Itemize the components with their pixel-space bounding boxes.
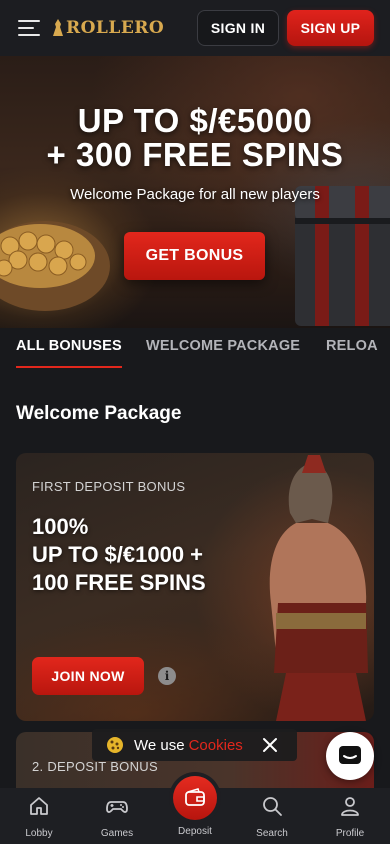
hero-subtitle: Welcome Package for all new players [70, 186, 320, 203]
hero-title: UP TO $/€5000 + 300 FREE SPINS [0, 104, 390, 172]
tab-welcome-package[interactable]: WELCOME PACKAGE [146, 338, 300, 354]
chat-icon [339, 746, 361, 764]
gold-coins-image [0, 221, 110, 311]
sign-in-button[interactable]: SIGN IN [197, 10, 279, 46]
card-title-line1: 100% [32, 514, 89, 539]
active-tab-indicator [16, 366, 122, 368]
hero-banner: UP TO $/€5000 + 300 FREE SPINS Welcome P… [0, 56, 390, 328]
nav-search[interactable]: Search [237, 794, 307, 839]
logo-text: ROLLERO [66, 18, 165, 38]
cookies-link[interactable]: Cookies [189, 737, 243, 754]
bonus-tabs: ALL BONUSES WELCOME PACKAGE RELOA [0, 328, 390, 370]
join-now-button[interactable]: JOIN NOW [32, 657, 144, 695]
hero-title-line1: UP TO $/€5000 [77, 102, 313, 139]
card-title-line2: UP TO $/€1000 + [32, 542, 204, 567]
nav-label: Games [100, 828, 134, 839]
home-icon [30, 797, 48, 815]
tab-reload[interactable]: RELOA [326, 338, 378, 354]
info-icon[interactable]: i [158, 667, 176, 685]
menu-icon[interactable] [18, 20, 40, 36]
cookie-text: We use [134, 736, 185, 754]
card-label: 2. DEPOSIT BONUS [32, 759, 158, 774]
wallet-icon [185, 788, 205, 806]
get-bonus-button[interactable]: GET BONUS [124, 232, 265, 280]
logo-gladiator-icon [53, 19, 63, 36]
gladiator-image [269, 455, 368, 721]
nav-label: Search [256, 828, 288, 839]
nav-lobby[interactable]: Lobby [4, 794, 74, 839]
user-icon [341, 797, 359, 816]
site-logo[interactable]: ROLLERO [52, 18, 164, 38]
cookie-banner: We use Cookies [92, 729, 297, 761]
nav-deposit[interactable] [173, 776, 217, 820]
nav-label: Profile [335, 828, 365, 839]
gamepad-icon [106, 801, 128, 813]
close-icon[interactable] [262, 737, 278, 753]
card-title-line3: 100 FREE SPINS [32, 570, 206, 595]
nav-profile[interactable]: Profile [315, 794, 385, 839]
nav-label: Lobby [25, 828, 53, 839]
card-title: 100% UP TO $/€1000 + 100 FREE SPINS [32, 513, 206, 597]
sign-up-button[interactable]: SIGN UP [287, 10, 374, 46]
hero-title-line2: + 300 FREE SPINS [46, 136, 344, 173]
nav-deposit-label: Deposit [178, 826, 212, 837]
nav-games[interactable]: Games [82, 794, 152, 839]
live-chat-button[interactable] [326, 732, 374, 780]
search-icon [263, 797, 282, 816]
card-label: FIRST DEPOSIT BONUS [32, 479, 186, 494]
section-title: Welcome Package [16, 403, 182, 424]
tab-all-bonuses[interactable]: ALL BONUSES [16, 338, 122, 354]
cookie-icon [107, 737, 123, 753]
bonus-card-first-deposit: FIRST DEPOSIT BONUS 100% UP TO $/€1000 +… [16, 453, 374, 721]
